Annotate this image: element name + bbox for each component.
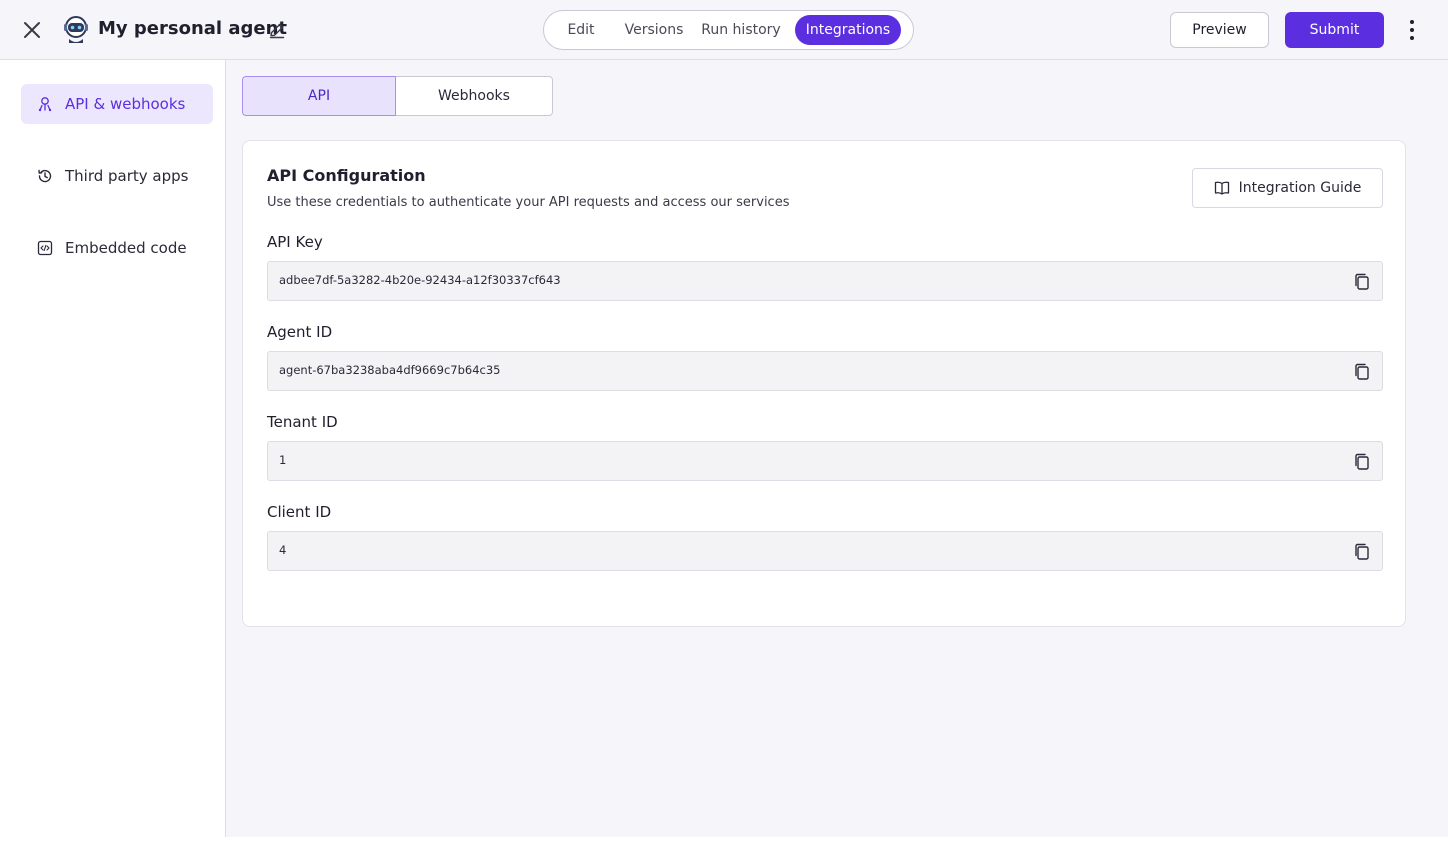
copy-icon (1355, 453, 1369, 470)
agent-avatar-icon (62, 15, 90, 45)
edit-title-button[interactable] (268, 21, 286, 39)
code-icon (37, 240, 53, 256)
more-vertical-icon (1410, 20, 1414, 24)
copy-agent-id-button[interactable] (1354, 363, 1370, 381)
top-bar: My personal agent Edit Versions Run hist… (0, 0, 1448, 60)
api-icon (37, 96, 53, 112)
close-button[interactable] (18, 16, 46, 44)
copy-api-key-button[interactable] (1354, 273, 1370, 291)
sidebar-item-embedded-code[interactable]: Embedded code (21, 228, 213, 268)
client-id-field: 4 (267, 531, 1383, 571)
card-title: API Configuration (267, 166, 426, 185)
copy-icon (1355, 363, 1369, 380)
sidebar-item-api-webhooks[interactable]: API & webhooks (21, 84, 213, 124)
sidebar-item-label: API & webhooks (65, 95, 186, 113)
tab-run-history[interactable]: Run history (700, 15, 782, 45)
submit-button[interactable]: Submit (1285, 12, 1384, 48)
sidebar: API & webhooks Third party apps Embedded… (8, 60, 226, 837)
api-configuration-card: API Configuration Use these credentials … (242, 140, 1406, 627)
tenant-id-field: 1 (267, 441, 1383, 481)
agent-id-label: Agent ID (267, 323, 333, 341)
integration-guide-label: Integration Guide (1238, 180, 1362, 196)
copy-tenant-id-button[interactable] (1354, 453, 1370, 471)
book-icon (1214, 181, 1229, 195)
close-icon (24, 22, 40, 38)
bottom-edge (0, 837, 1448, 846)
integration-guide-button[interactable]: Integration Guide (1192, 168, 1383, 208)
tab-integrations[interactable]: Integrations (795, 15, 901, 45)
card-subtitle: Use these credentials to authenticate yo… (267, 195, 790, 210)
tab-edit[interactable]: Edit (556, 15, 606, 45)
sidebar-item-third-party-apps[interactable]: Third party apps (21, 156, 213, 196)
tenant-id-value[interactable]: 1 (279, 453, 286, 467)
copy-icon (1355, 273, 1369, 290)
client-id-value[interactable]: 4 (279, 543, 286, 557)
tab-api[interactable]: API (242, 76, 396, 116)
api-webhooks-toggle: API Webhooks (242, 76, 553, 116)
api-key-value[interactable]: adbee7df-5a3282-4b20e-92434-a12f30337cf6… (279, 273, 561, 287)
sidebar-item-label: Third party apps (65, 167, 189, 185)
client-id-label: Client ID (267, 503, 332, 521)
history-icon (37, 168, 53, 184)
preview-button[interactable]: Preview (1170, 12, 1269, 48)
tenant-id-label: Tenant ID (267, 413, 338, 431)
sidebar-item-label: Embedded code (65, 239, 187, 257)
api-key-label: API Key (267, 233, 323, 251)
tab-webhooks[interactable]: Webhooks (396, 76, 553, 116)
agent-id-field: agent-67ba3238aba4df9669c7b64c35 (267, 351, 1383, 391)
pencil-icon (269, 23, 285, 39)
tab-versions[interactable]: Versions (620, 15, 688, 45)
more-options-button[interactable] (1400, 17, 1424, 43)
agent-id-value[interactable]: agent-67ba3238aba4df9669c7b64c35 (279, 363, 500, 377)
api-key-field: adbee7df-5a3282-4b20e-92434-a12f30337cf6… (267, 261, 1383, 301)
agent-title: My personal agent (98, 18, 288, 39)
copy-icon (1355, 543, 1369, 560)
copy-client-id-button[interactable] (1354, 543, 1370, 561)
main-content: API Webhooks API Configuration Use these… (226, 60, 1448, 837)
top-tabs: Edit Versions Run history Integrations (543, 10, 914, 50)
